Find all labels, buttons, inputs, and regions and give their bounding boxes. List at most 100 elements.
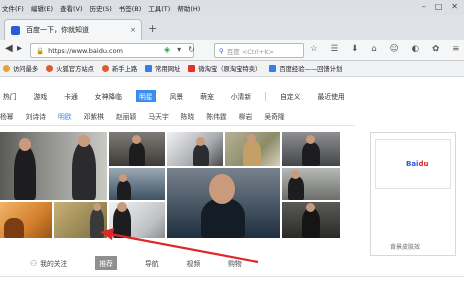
forward-icon[interactable]: ▸ xyxy=(17,43,22,54)
bookmark-firefox-site[interactable]: 火狐官方站点 xyxy=(46,64,94,73)
pocket-icon[interactable]: ◐ xyxy=(412,44,419,54)
menu-history[interactable]: 历史(S) xyxy=(90,3,112,13)
wallpaper-thumbnail[interactable] xyxy=(167,168,280,238)
reload-icon[interactable]: ↻ xyxy=(188,45,195,54)
category-custom[interactable]: 自定义 xyxy=(277,90,303,102)
subcategory-item[interactable]: 陈伟霆 xyxy=(206,111,226,121)
menu-view[interactable]: 查看(V) xyxy=(60,3,83,13)
subcategory-item[interactable]: 吴奇隆 xyxy=(264,111,284,121)
wallpaper-thumbnail[interactable] xyxy=(0,132,107,200)
globe-icon xyxy=(145,65,153,72)
category-divider xyxy=(265,91,267,101)
menu-bar: 文件(F) 编辑(E) 查看(V) 历史(S) 书签(B) 工具(T) 帮助(H… xyxy=(0,0,464,15)
lock-icon: 🔒 xyxy=(36,46,45,55)
skin-preview-panel[interactable]: Baidu xyxy=(370,132,456,256)
wallpaper-thumbnail[interactable] xyxy=(109,132,165,166)
search-input[interactable]: ⚲ 百度 <Ctrl+K> xyxy=(214,43,304,58)
bookmark-common-sites[interactable]: 常用网址 xyxy=(145,64,180,73)
category-cartoon[interactable]: 卡通 xyxy=(61,90,81,102)
tab-close-icon[interactable]: × xyxy=(130,26,136,34)
dropdown-icon[interactable]: ▾ xyxy=(177,45,181,54)
wallpaper-thumbnail[interactable] xyxy=(54,202,107,238)
subcategory-item[interactable]: 刘诗诗 xyxy=(26,111,46,121)
tab-title: 百度一下，你就知道 xyxy=(26,26,89,34)
wallpaper-thumbnail[interactable] xyxy=(282,132,340,166)
wallpaper-thumbnail[interactable] xyxy=(282,168,340,200)
category-games[interactable]: 游戏 xyxy=(31,90,51,102)
home-icon[interactable]: ⌂ xyxy=(371,44,376,54)
baidu-icon xyxy=(269,65,277,72)
tab-my-follow[interactable]: ⚇ 我的关注 xyxy=(30,258,67,269)
wallpaper-thumbnail[interactable] xyxy=(109,202,165,238)
star-icon[interactable]: ☆ xyxy=(310,44,318,54)
navigation-bar: ◀ ▸ 🔒 https://www.baidu.com ◈ ▾ ↻ ⚲ 百度 <… xyxy=(0,40,464,61)
bookmark-gear-icon xyxy=(3,65,10,72)
minimize-icon[interactable]: – xyxy=(422,2,426,11)
tab-shopping[interactable]: 购物 xyxy=(228,258,242,268)
maximize-icon[interactable]: □ xyxy=(435,2,443,11)
category-pets[interactable]: 萌宠 xyxy=(197,90,217,102)
tab-recommend[interactable]: 推荐 xyxy=(95,256,117,270)
url-text: https://www.baidu.com xyxy=(48,46,123,55)
extension-icon[interactable]: ✿ xyxy=(432,44,439,54)
new-tab-button[interactable]: + xyxy=(148,22,157,35)
firefox-icon xyxy=(46,65,54,72)
subcategory-item-active[interactable]: 明欧 xyxy=(58,111,72,121)
subcategory-item[interactable]: 陈晓 xyxy=(181,111,195,121)
menu-help[interactable]: 帮助(H) xyxy=(177,3,200,13)
bookmark-label: 微淘宝（原淘宝特卖） xyxy=(198,66,262,73)
page-content: 热门 游戏 卡通 女神降临 明星 风景 萌宠 小清新 自定义 最近使用 杨幂 刘… xyxy=(0,77,464,281)
subcategory-list: 杨幂 刘诗诗 明欧 邓紫棋 赵丽颖 马天宇 陈晓 陈伟霆 柳岩 吴奇隆 xyxy=(0,109,464,123)
subcategory-item[interactable]: 邓紫棋 xyxy=(84,111,104,121)
divider xyxy=(0,276,464,277)
logo-text: Bai xyxy=(406,160,419,168)
category-stars[interactable]: 明星 xyxy=(135,90,156,102)
subcategory-item[interactable]: 柳岩 xyxy=(239,111,253,121)
baidu-logo: Baidu xyxy=(406,160,428,168)
close-window-icon[interactable]: ✕ xyxy=(451,2,458,11)
window-controls: – □ ✕ xyxy=(422,2,458,11)
menu-file[interactable]: 文件(F) xyxy=(2,3,24,13)
subcategory-item[interactable]: 马天宇 xyxy=(148,111,168,121)
wallpaper-thumbnail[interactable] xyxy=(167,132,223,166)
back-icon[interactable]: ◀ xyxy=(5,43,13,54)
wallpaper-thumbnail[interactable] xyxy=(109,168,165,200)
skin-effect-link[interactable]: 背景皮肤效 xyxy=(390,242,420,251)
menu-bookmarks[interactable]: 书签(B) xyxy=(119,3,142,13)
tab-baidu[interactable]: 🐾 百度一下，你就知道 × xyxy=(4,19,142,40)
bottom-tabs: ⚇ 我的关注 推荐 导航 视频 购物 xyxy=(30,255,270,271)
wallpaper-thumbnail[interactable] xyxy=(225,132,280,166)
bookmark-label: 百度经验——回馈计划 xyxy=(279,66,343,73)
bookmark-getting-started[interactable]: 新手上路 xyxy=(101,64,138,73)
wallpaper-thumbnail[interactable] xyxy=(282,202,340,238)
bookmark-taobao[interactable]: 微淘宝（原淘宝特卖） xyxy=(188,64,261,73)
subcategory-item[interactable]: 赵丽颖 xyxy=(116,111,136,121)
menu-icon[interactable]: ≡ xyxy=(452,44,459,54)
bookmark-label: 新手上路 xyxy=(111,66,138,73)
download-icon[interactable]: ⬇ xyxy=(351,44,358,54)
category-fresh[interactable]: 小清新 xyxy=(228,90,254,102)
category-goddess[interactable]: 女神降临 xyxy=(92,90,125,102)
menu-edit[interactable]: 编辑(E) xyxy=(31,3,53,13)
search-placeholder: 百度 <Ctrl+K> xyxy=(226,47,274,56)
category-hot[interactable]: 热门 xyxy=(0,90,20,102)
wallpaper-grid xyxy=(0,132,340,238)
category-scenery[interactable]: 风景 xyxy=(167,90,187,102)
reading-list-icon[interactable]: ☰ xyxy=(331,44,339,54)
firefox-icon xyxy=(101,65,109,72)
menu-tools[interactable]: 工具(T) xyxy=(148,3,170,13)
bookmark-baidu-jingyan[interactable]: 百度经验——回馈计划 xyxy=(269,64,342,73)
subcategory-item[interactable]: 杨幂 xyxy=(0,111,14,121)
wallpaper-thumbnail[interactable] xyxy=(0,202,52,238)
bookmark-most-visited[interactable]: 访问最多 xyxy=(3,64,38,73)
tab-navigation[interactable]: 导航 xyxy=(145,258,159,268)
search-icon: ⚲ xyxy=(219,46,224,55)
toolbar-icons: ☆ ☰ ⬇ ⌂ ☺ ◐ ✿ ≡ xyxy=(310,44,459,54)
bookmarks-bar: 访问最多 火狐官方站点 新手上路 常用网址 微淘宝（原淘宝特卖） 百度经验——回… xyxy=(0,61,464,77)
taobao-icon xyxy=(188,65,196,72)
chat-icon[interactable]: ☺ xyxy=(390,44,399,54)
category-recent[interactable]: 最近使用 xyxy=(315,90,348,102)
baidu-favicon-icon: 🐾 xyxy=(11,25,20,35)
shield-icon[interactable]: ◈ xyxy=(164,45,170,54)
tab-video[interactable]: 视频 xyxy=(187,258,201,268)
